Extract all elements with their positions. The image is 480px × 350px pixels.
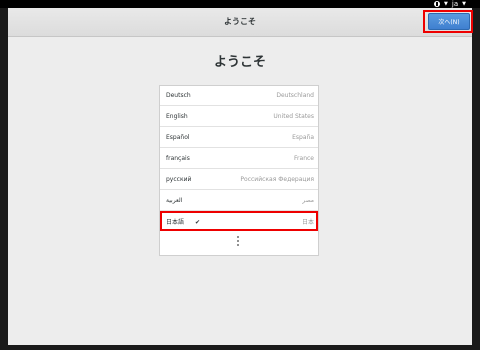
- system-status-area[interactable]: ▼ ja ▼: [434, 0, 466, 8]
- language-region: Российская Федерация: [240, 176, 314, 183]
- language-row-deutsch[interactable]: Deutsch Deutschland: [160, 86, 318, 106]
- language-row-espanol[interactable]: Español España: [160, 128, 318, 148]
- language-row-english[interactable]: English United States: [160, 107, 318, 127]
- language-name: English: [166, 113, 188, 120]
- language-name: Deutsch: [166, 92, 191, 99]
- language-name: français: [166, 155, 190, 162]
- chevron-down-icon: ▼: [444, 1, 448, 7]
- language-region: مصر: [302, 197, 314, 204]
- language-name: русский: [166, 176, 192, 183]
- language-name: 日本語: [166, 219, 185, 226]
- language-list: Deutsch Deutschland English United State…: [159, 85, 319, 256]
- next-button[interactable]: 次へ(N): [428, 13, 470, 30]
- page-title: ようこそ: [213, 55, 266, 70]
- language-region: Deutschland: [276, 92, 314, 99]
- accessibility-icon[interactable]: [434, 1, 441, 7]
- language-name: العربية: [166, 197, 183, 204]
- more-languages-button[interactable]: [160, 232, 318, 252]
- language-name: Español: [166, 134, 190, 141]
- language-row-arabic[interactable]: العربية مصر: [160, 191, 318, 211]
- check-icon: ✔: [195, 219, 201, 226]
- more-vertical-icon: [237, 235, 239, 247]
- language-row-russian[interactable]: русский Российская Федерация: [160, 170, 318, 190]
- language-region: 日本: [301, 219, 314, 226]
- language-row-francais[interactable]: français France: [160, 149, 318, 169]
- window-title: ようこそ: [224, 17, 256, 26]
- header-bar: ようこそ 次へ(N): [8, 8, 473, 37]
- language-row-japanese[interactable]: 日本語 ✔ 日本: [160, 211, 318, 231]
- language-region: United States: [273, 113, 314, 120]
- language-region: España: [292, 134, 314, 141]
- language-region: France: [294, 155, 314, 162]
- top-system-bar: ▼ ja ▼: [0, 0, 480, 8]
- welcome-window: ようこそ 次へ(N) ようこそ Deutsch Deutschland Engl…: [8, 8, 473, 345]
- input-method-indicator[interactable]: ja: [452, 0, 458, 8]
